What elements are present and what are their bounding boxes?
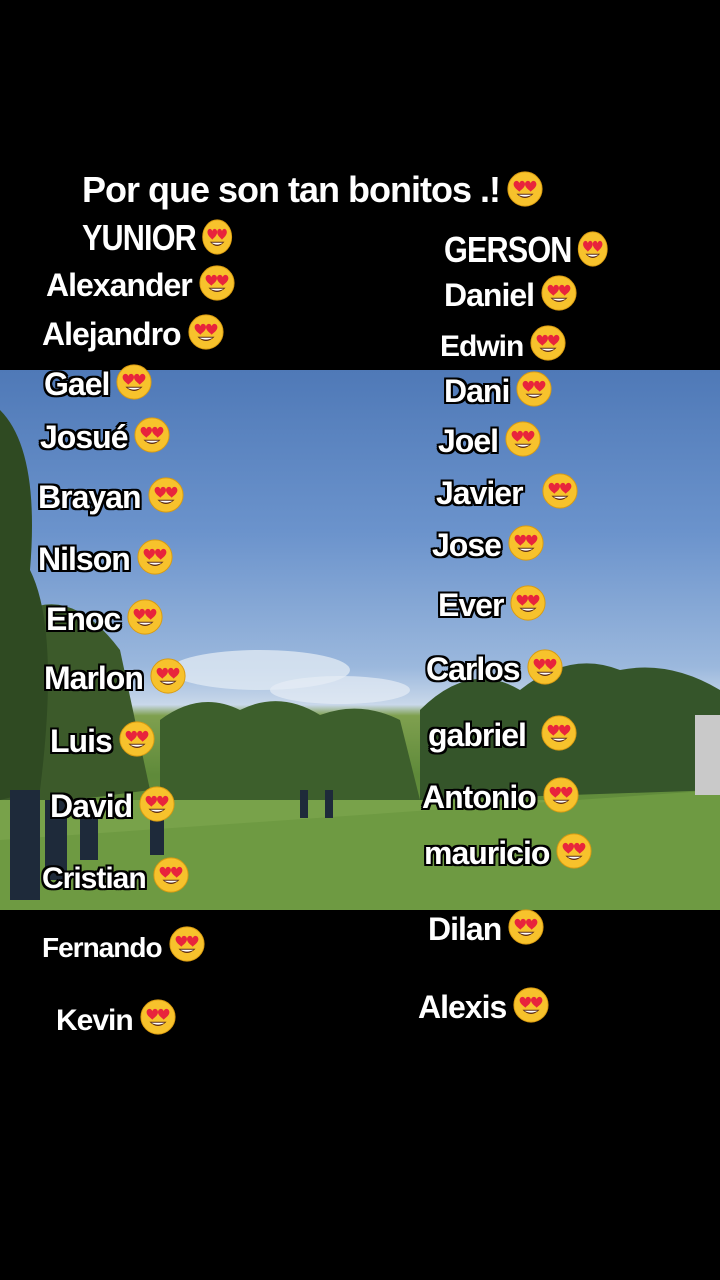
heart-eyes-icon (187, 313, 225, 351)
name-carlos: Carlos (426, 648, 564, 686)
heart-eyes-icon (138, 785, 176, 823)
name-marlon: Marlon (44, 657, 187, 695)
heart-eyes-icon (136, 538, 174, 576)
heart-eyes-icon (542, 776, 580, 814)
heart-eyes-icon (115, 363, 153, 401)
heart-eyes-icon (198, 264, 236, 302)
heart-eyes-icon (526, 648, 564, 686)
name-javier: Javier (436, 472, 579, 510)
name-david: David (50, 785, 176, 823)
heart-eyes-icon (507, 524, 545, 562)
heart-eyes-icon (139, 998, 177, 1036)
heart-eyes-icon (506, 170, 544, 208)
name-edwin: Edwin (440, 324, 567, 362)
name-daniel: Daniel (444, 274, 578, 312)
name-dani: Dani (444, 370, 553, 408)
name-dilan: Dilan (428, 908, 545, 946)
name-kevin: Kevin (56, 998, 177, 1036)
name-enoc: Enoc (46, 598, 164, 636)
name-brayan: Brayan (38, 476, 185, 514)
name-antonio: Antonio (422, 776, 580, 814)
name-mauricio: mauricio (424, 832, 593, 870)
name-jose: Jose (432, 524, 545, 562)
title-label: Por que son tan bonitos .! (82, 169, 501, 210)
heart-eyes-icon (152, 856, 190, 894)
name-josue: Josué (40, 416, 171, 454)
name-fernando: Fernando (42, 925, 206, 963)
heart-eyes-icon (504, 420, 542, 458)
name-alexis: Alexis (418, 986, 550, 1024)
heart-eyes-icon (512, 986, 550, 1024)
title-text: Por que son tan bonitos .! (82, 170, 544, 208)
heart-eyes-icon (118, 720, 156, 758)
name-nilson: Nilson (38, 538, 174, 576)
name-alejandro: Alejandro (42, 313, 225, 351)
name-luis: Luis (50, 720, 156, 758)
name-joel: Joel (438, 420, 542, 458)
heart-eyes-icon (133, 416, 171, 454)
name-alexander: Alexander (46, 264, 236, 302)
name-yunior: YUNIOR (82, 218, 233, 256)
heart-eyes-icon (149, 657, 187, 695)
heart-eyes-icon (555, 832, 593, 870)
heart-eyes-icon (507, 908, 545, 946)
name-cristian: Cristian (42, 856, 190, 894)
heart-eyes-icon (541, 472, 579, 510)
heart-eyes-icon (540, 274, 578, 312)
heart-eyes-icon (126, 598, 164, 636)
heart-eyes-icon (577, 230, 609, 268)
heart-eyes-icon (147, 476, 185, 514)
heart-eyes-icon (509, 584, 547, 622)
heart-eyes-icon (201, 218, 233, 256)
heart-eyes-icon (168, 925, 206, 963)
name-gerson: GERSON (444, 230, 609, 268)
heart-eyes-icon (540, 714, 578, 752)
name-gabriel: gabriel (428, 714, 578, 752)
heart-eyes-icon (515, 370, 553, 408)
name-gael: Gael (44, 363, 153, 401)
heart-eyes-icon (529, 324, 567, 362)
name-ever: Ever (438, 584, 547, 622)
